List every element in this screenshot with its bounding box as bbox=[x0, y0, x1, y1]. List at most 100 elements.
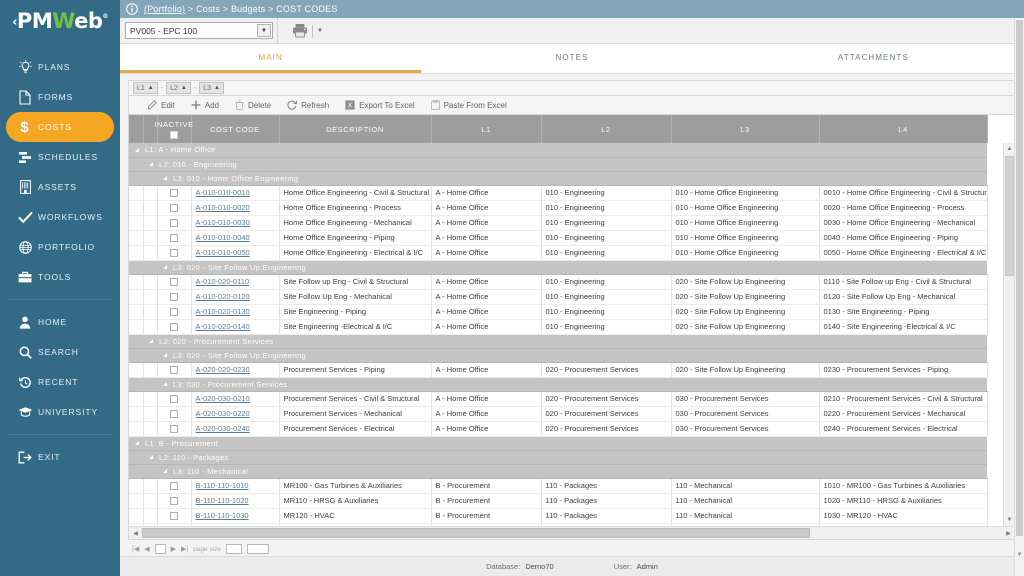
sidebar-item-exit[interactable]: EXIT bbox=[6, 442, 114, 472]
table-row[interactable]: A-010-020-0120 Site Follow Up Eng - Mecha… bbox=[129, 289, 988, 305]
group-row[interactable]: L3: 020 - Site Follow Up Engineering bbox=[129, 348, 987, 363]
cost-code-link[interactable]: A-010-010-0050 bbox=[196, 248, 250, 257]
table-row[interactable]: A-010-010-0050 Home Office Engineering - … bbox=[129, 245, 988, 261]
group-row[interactable]: L2: 020 - Procurement Services bbox=[129, 334, 987, 349]
table-row[interactable]: A-020-020-0230 Procurement Services - Pip… bbox=[129, 362, 988, 378]
grid-horizontal-scrollbar[interactable]: ◀ ▶ bbox=[129, 526, 1015, 539]
level-chip-l3[interactable]: L3 ▲ bbox=[199, 82, 224, 94]
inactive-checkbox[interactable] bbox=[170, 366, 178, 374]
inactive-checkbox[interactable] bbox=[170, 234, 178, 242]
table-row[interactable]: B-110-110-1020 MR110 - HRSG & Auxiliaries… bbox=[129, 493, 988, 509]
breadcrumb-root[interactable]: (Portfolio) bbox=[144, 4, 185, 14]
table-row[interactable]: A-010-010-0010 Home Office Engineering - … bbox=[129, 185, 988, 201]
project-select[interactable]: PV005 - EPC 100 ▼ bbox=[125, 22, 273, 39]
inactive-checkbox[interactable] bbox=[170, 219, 178, 227]
group-row[interactable]: L3: 110 - Mechanical bbox=[129, 464, 987, 479]
table-row[interactable]: B-110-110-1030 MR120 - HVAC B - Procuremen… bbox=[129, 508, 988, 524]
page-total-input[interactable] bbox=[247, 544, 270, 554]
group-collapse-icon[interactable] bbox=[135, 441, 139, 445]
tab-attachments[interactable]: ATTACHMENTS bbox=[723, 44, 1024, 73]
cost-code-link[interactable]: B-110-110-1010 bbox=[196, 481, 249, 490]
inactive-select-all-checkbox[interactable] bbox=[170, 130, 178, 139]
inactive-checkbox[interactable] bbox=[170, 293, 178, 301]
col-header-l3[interactable]: L3 bbox=[671, 115, 820, 143]
table-row[interactable]: A-010-020-0110 Site Follow up Eng - Civil… bbox=[129, 274, 988, 290]
sidebar-item-portfolio[interactable]: PORTFOLIO bbox=[6, 232, 114, 262]
page-scroll-thumb[interactable] bbox=[1016, 20, 1023, 536]
sidebar-item-costs[interactable]: $ COSTS bbox=[6, 112, 114, 142]
group-collapse-icon[interactable] bbox=[149, 455, 153, 459]
cost-code-link[interactable]: A-020-030-0220 bbox=[196, 409, 250, 418]
sidebar-item-home[interactable]: HOME bbox=[6, 307, 114, 337]
group-row[interactable]: L1: B - Procurement bbox=[129, 436, 987, 451]
col-header-cost-code[interactable]: COST CODE bbox=[191, 115, 280, 143]
sidebar-item-plans[interactable]: PLANS bbox=[6, 52, 114, 82]
col-header-l2[interactable]: L2 bbox=[541, 115, 672, 143]
delete-button[interactable]: Delete bbox=[235, 100, 271, 110]
inactive-checkbox[interactable] bbox=[170, 249, 178, 257]
cost-code-link[interactable]: A-010-020-0140 bbox=[196, 322, 250, 331]
horizontal-scroll-thumb[interactable] bbox=[142, 528, 810, 538]
refresh-button[interactable]: Refresh bbox=[287, 100, 329, 110]
group-collapse-icon[interactable] bbox=[163, 382, 167, 386]
table-row[interactable]: A-010-020-0130 Site Engineering - Piping A… bbox=[129, 304, 988, 320]
cost-code-link[interactable]: A-020-030-0210 bbox=[196, 394, 250, 403]
page-size-input[interactable] bbox=[226, 544, 243, 554]
cost-code-link[interactable]: A-020-030-0240 bbox=[196, 424, 250, 433]
tab-main[interactable]: MAIN bbox=[120, 44, 422, 73]
sidebar-item-forms[interactable]: FORMS bbox=[6, 82, 114, 112]
info-icon[interactable] bbox=[126, 3, 138, 15]
group-collapse-icon[interactable] bbox=[163, 176, 167, 180]
sidebar-item-tools[interactable]: TOOLS bbox=[6, 262, 114, 292]
page-scroll-down-icon[interactable]: ▼ bbox=[1015, 550, 1024, 560]
page-last-button[interactable]: ▶| bbox=[181, 545, 188, 553]
table-row[interactable]: B-110-110-1040MR130 - Fire FightingB - P… bbox=[129, 523, 988, 526]
page-number-input[interactable] bbox=[154, 544, 166, 554]
scroll-left-icon[interactable]: ◀ bbox=[129, 527, 142, 539]
table-row[interactable]: A-020-030-0210 Procurement Services - Civ… bbox=[129, 391, 988, 407]
add-button[interactable]: Add bbox=[191, 100, 219, 110]
table-row[interactable]: A-020-030-0240 Procurement Services - Ele… bbox=[129, 421, 988, 437]
printer-icon[interactable] bbox=[292, 23, 308, 38]
group-row[interactable]: L3: 030 - Procurement Services bbox=[129, 377, 987, 392]
inactive-checkbox[interactable] bbox=[170, 425, 178, 433]
group-row[interactable]: L3: 010 - Home Office Engineering bbox=[129, 171, 987, 186]
page-prev-button[interactable]: ◀ bbox=[144, 545, 149, 553]
inactive-checkbox[interactable] bbox=[170, 410, 178, 418]
group-row[interactable]: L2: 110 - Packages bbox=[129, 450, 987, 465]
col-header-inactive[interactable]: INACTIVE bbox=[154, 115, 193, 143]
group-row[interactable]: L1: A - Home Office bbox=[129, 143, 987, 158]
tab-notes[interactable]: NOTES bbox=[421, 44, 722, 73]
group-row[interactable]: L3: 020 - Site Follow Up Engineering bbox=[129, 260, 987, 275]
inactive-checkbox[interactable] bbox=[170, 308, 178, 316]
col-header-l4[interactable]: L4 bbox=[819, 115, 988, 143]
col-header-description[interactable]: DESCRIPTION bbox=[279, 115, 432, 143]
inactive-checkbox[interactable] bbox=[170, 497, 178, 505]
vertical-scroll-thumb[interactable] bbox=[1005, 156, 1014, 276]
sidebar-item-search[interactable]: SEARCH bbox=[6, 337, 114, 367]
cost-code-link[interactable]: A-010-020-0130 bbox=[196, 307, 250, 316]
page-next-button[interactable]: ▶ bbox=[171, 545, 176, 553]
col-header-l1[interactable]: L1 bbox=[431, 115, 542, 143]
group-row[interactable]: L2: 010 - Engineering bbox=[129, 157, 987, 172]
page-vertical-scrollbar[interactable]: ▼ bbox=[1014, 18, 1024, 576]
cost-code-link[interactable]: A-010-010-0030 bbox=[196, 218, 250, 227]
horizontal-scroll-track[interactable] bbox=[142, 527, 1002, 539]
sidebar-item-recent[interactable]: RECENT bbox=[6, 367, 114, 397]
edit-button[interactable]: Edit bbox=[147, 100, 175, 110]
table-row[interactable]: A-020-030-0220 Procurement Services - Mec… bbox=[129, 406, 988, 422]
table-row[interactable]: A-010-020-0140 Site Engineering -Electric… bbox=[129, 319, 988, 335]
inactive-checkbox[interactable] bbox=[170, 189, 178, 197]
sidebar-item-university[interactable]: UNIVERSITY bbox=[6, 397, 114, 427]
table-row[interactable]: A-010-010-0040 Home Office Engineering - … bbox=[129, 230, 988, 246]
inactive-checkbox[interactable] bbox=[170, 395, 178, 403]
level-chip-l1[interactable]: L1 ▲ bbox=[133, 82, 158, 94]
cost-code-link[interactable]: A-010-010-0020 bbox=[196, 203, 250, 212]
export-to-excel-button[interactable]: X Export To Excel bbox=[345, 100, 415, 110]
sidebar-item-schedules[interactable]: SCHEDULES bbox=[6, 142, 114, 172]
inactive-checkbox[interactable] bbox=[170, 512, 178, 520]
sidebar-item-assets[interactable]: ASSETS bbox=[6, 172, 114, 202]
cost-code-link[interactable]: A-020-020-0230 bbox=[196, 365, 250, 374]
print-chevron-down-icon[interactable]: ▼ bbox=[317, 28, 323, 34]
paste-from-excel-button[interactable]: Paste From Excel bbox=[430, 100, 507, 110]
